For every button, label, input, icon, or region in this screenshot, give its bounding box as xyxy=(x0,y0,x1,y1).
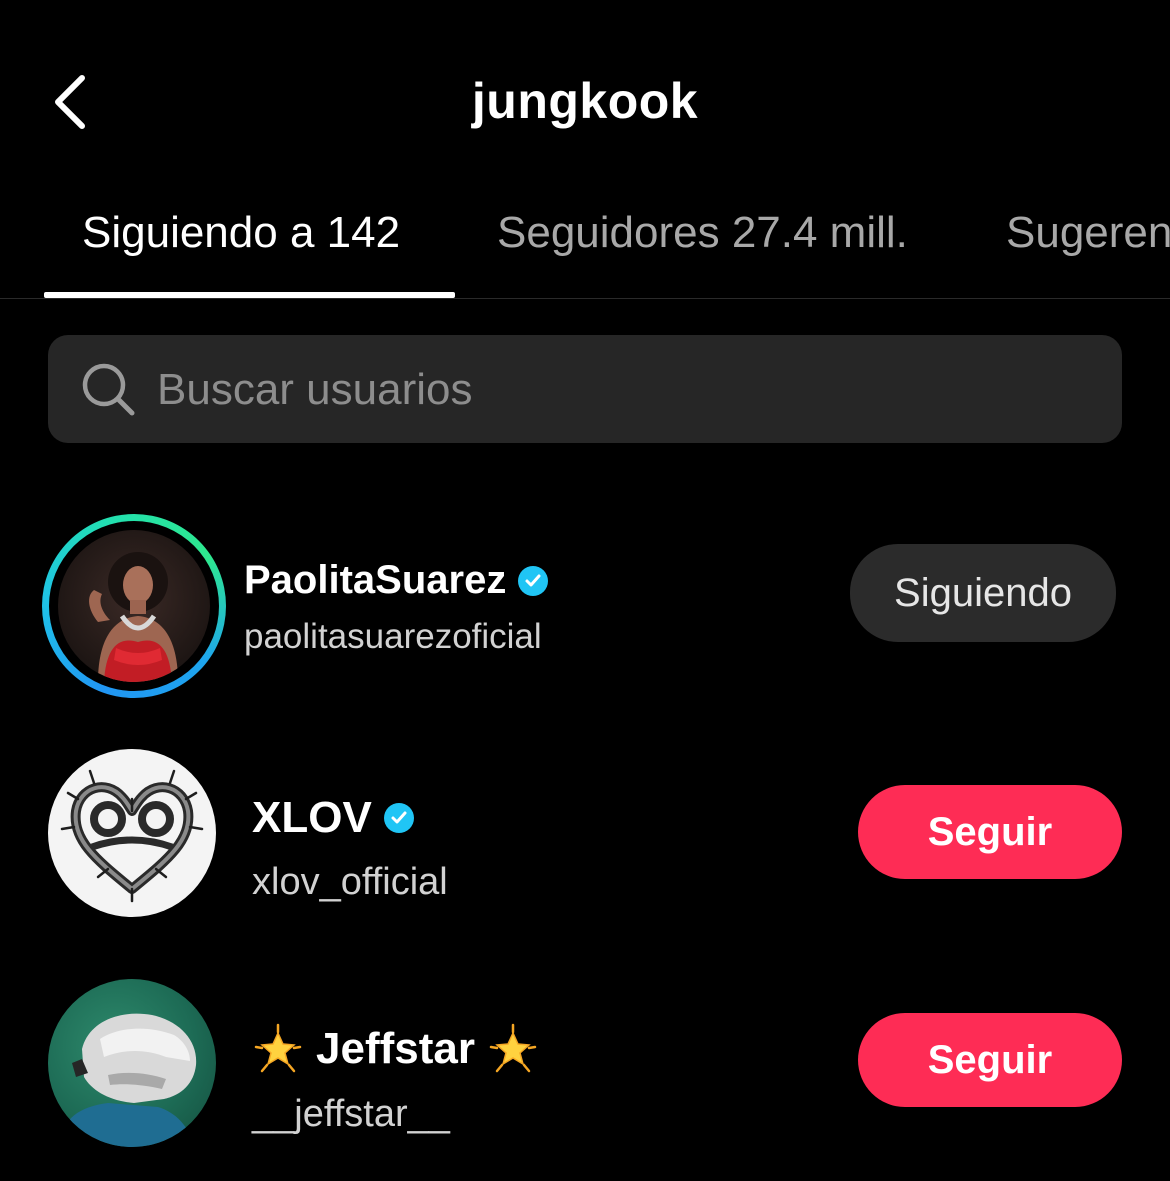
follow-button[interactable]: Seguir xyxy=(858,1013,1122,1107)
display-name-row: Jeffstar xyxy=(252,1023,539,1075)
avatar xyxy=(58,530,210,682)
tabs-divider xyxy=(0,298,1170,299)
thorn-heart-logo-icon xyxy=(60,769,204,903)
user-info: PaolitaSuarez paolitasuarezoficial xyxy=(244,558,549,657)
following-button[interactable]: Siguiendo xyxy=(850,544,1116,642)
display-name-row: PaolitaSuarez xyxy=(244,558,549,603)
tab-bar: Siguiendo a 142 Seguidores 27.4 mill. Su… xyxy=(0,190,1170,300)
username: xlov_official xyxy=(252,861,448,903)
username: __jeffstar__ xyxy=(252,1093,450,1135)
search-input[interactable] xyxy=(157,355,1097,425)
story-ring[interactable] xyxy=(42,514,226,698)
display-name: Jeffstar xyxy=(316,1024,475,1073)
page-title: jungkook xyxy=(471,73,699,129)
tab-suggested[interactable]: Sugeren xyxy=(1006,208,1170,258)
header: jungkook xyxy=(0,0,1170,200)
list-item[interactable]: Jeffstar __jeffstar__ Seguir xyxy=(0,975,1170,1175)
follow-button[interactable]: Seguir xyxy=(858,785,1122,879)
list-item[interactable]: XLOV xlov_official Seguir xyxy=(0,745,1170,945)
display-name: XLOV xyxy=(252,793,372,842)
user-info: XLOV xlov_official xyxy=(252,793,448,904)
glowing-star-icon xyxy=(489,1023,537,1073)
user-info: Jeffstar __jeffstar__ xyxy=(252,1023,539,1136)
verified-badge-icon xyxy=(383,803,414,833)
avatar[interactable] xyxy=(48,979,216,1147)
username: paolitasuarezoficial xyxy=(244,617,542,656)
following-list-screen: jungkook Siguiendo a 142 Seguidores 27.4… xyxy=(0,0,1170,1181)
search-icon xyxy=(82,363,135,416)
tab-followers[interactable]: Seguidores 27.4 mill. xyxy=(497,208,908,258)
glowing-star-icon xyxy=(254,1023,302,1073)
list-item[interactable]: PaolitaSuarez paolitasuarezoficial Sigui… xyxy=(0,510,1170,710)
tab-following[interactable]: Siguiendo a 142 xyxy=(82,208,400,258)
verified-badge-icon xyxy=(518,565,549,596)
display-name: PaolitaSuarez xyxy=(244,558,507,602)
avatar[interactable] xyxy=(48,749,216,917)
display-name-row: XLOV xyxy=(252,793,448,843)
